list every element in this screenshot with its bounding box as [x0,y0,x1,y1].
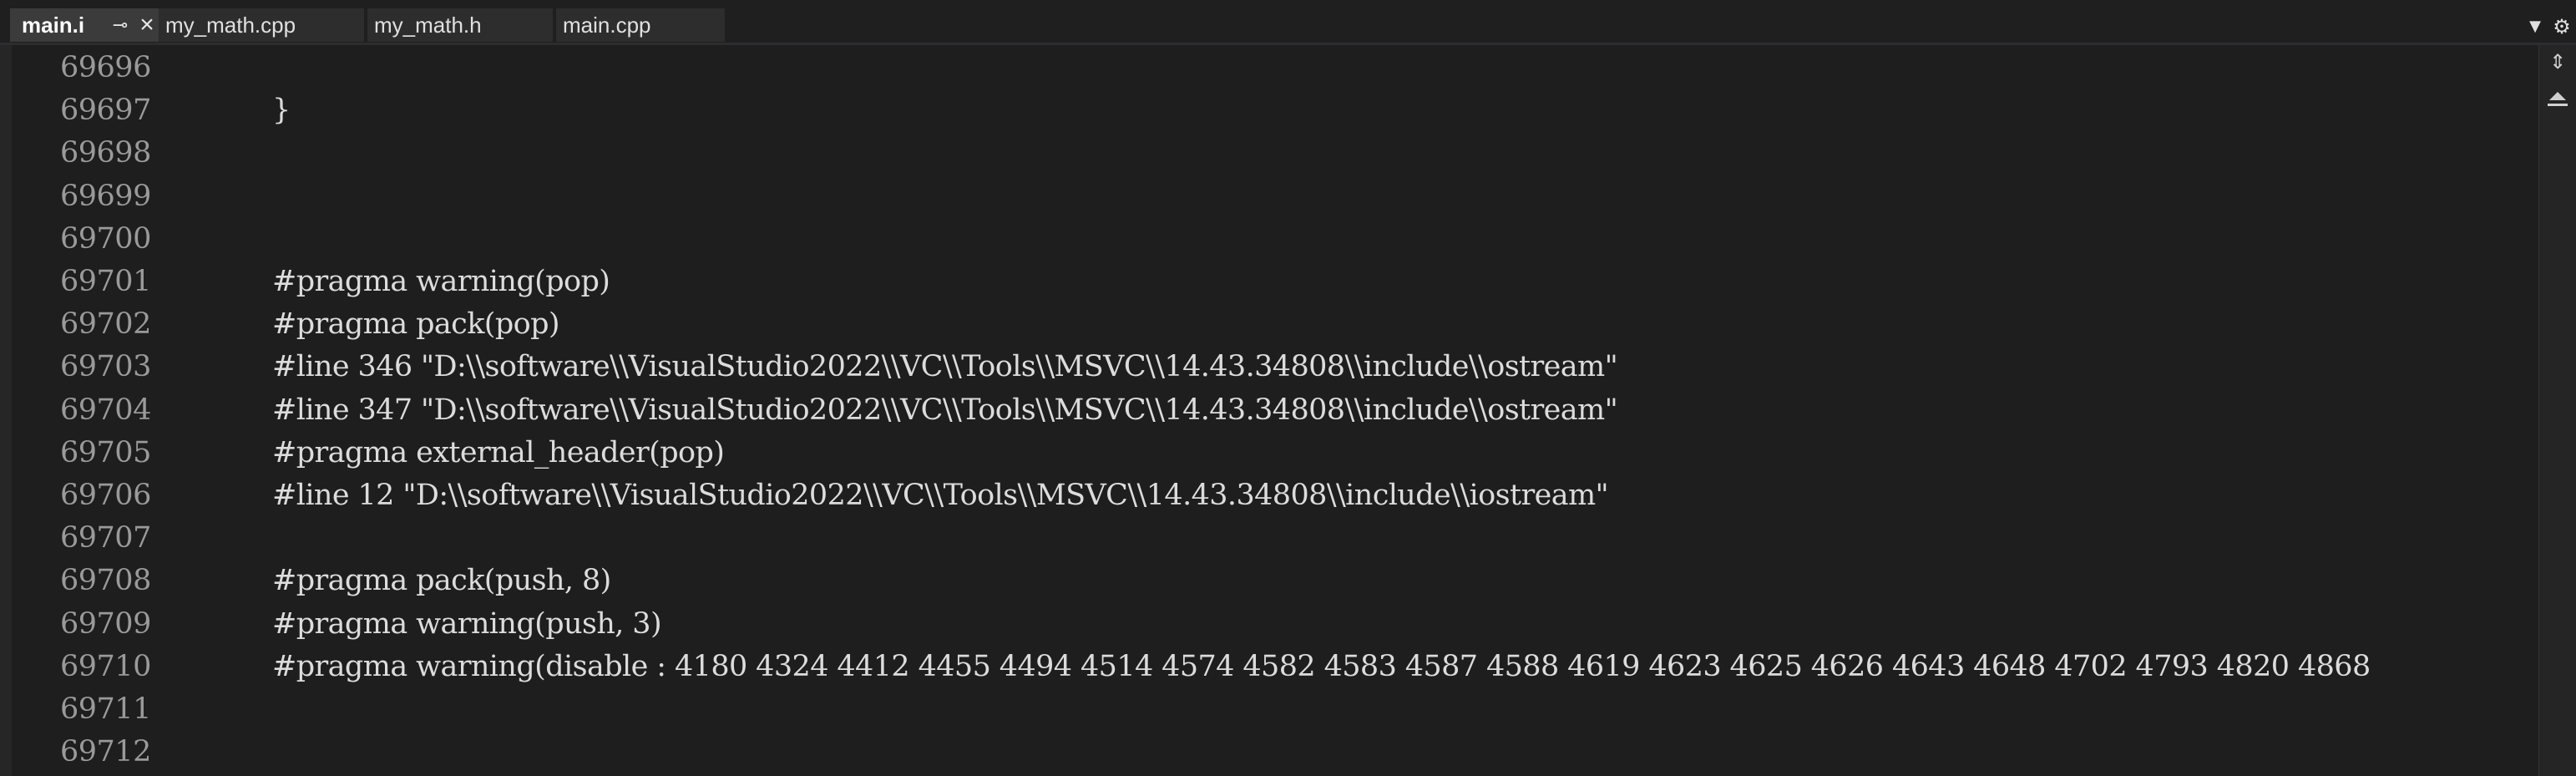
code-line[interactable]: 69697} [0,89,2538,132]
code-line[interactable]: 69710 #pragma warning(disable : 4180 4324… [0,646,2538,688]
code-line[interactable]: 69704 #line 347 "D:\\software\\VisualStud… [0,389,2538,432]
line-number: 69698 [60,136,151,170]
code-text: #line 346 "D:\\software\\VisualStudio202… [272,350,1618,384]
code-text: #pragma warning(disable : 4180 4324 4412… [272,649,2371,683]
tab-strip: main.i ⊸ × my_math.cpp my_math.h main.cp… [0,0,2576,45]
tab-main-i[interactable]: main.i ⊸ × [10,8,160,42]
tab-label: main.i [22,13,85,38]
code-text: #pragma warning(pop) [272,265,610,298]
line-number: 69705 [60,435,151,469]
vertical-scrollbar[interactable]: ⇕ [2538,45,2576,776]
code-line[interactable]: 69712 [0,731,2538,773]
tab-label: my_math.cpp [165,13,296,38]
line-number: 69706 [60,479,151,512]
code-text: } [272,94,291,128]
line-number: 69697 [60,94,151,128]
line-number: 69700 [60,221,151,256]
tab-label: my_math.h [374,13,482,38]
code-line[interactable]: 69700 [0,218,2538,261]
code-text: #pragma external_header(pop) [272,435,725,469]
code-line[interactable]: 69701 #pragma warning(pop) [0,261,2538,303]
line-number: 69699 [60,179,151,213]
scroll-up-icon[interactable] [2544,85,2571,109]
line-number: 69707 [60,521,151,555]
line-number: 69701 [60,265,151,298]
line-number: 69704 [60,393,151,427]
line-number: 69709 [60,606,151,641]
line-number: 69712 [60,735,151,769]
code-text: #pragma warning(push, 3) [272,606,662,641]
line-number: 69710 [60,649,151,683]
code-line[interactable]: 69705 #pragma external_header(pop) [0,432,2538,474]
tab-my-math-h[interactable]: my_math.h [367,8,553,42]
line-number: 69711 [60,692,151,726]
code-text: #line 347 "D:\\software\\VisualStudio202… [272,393,1618,427]
code-editor[interactable]: 69696 69697} 69698 69699 69700 69701 #pragma w… [0,45,2538,776]
code-line[interactable]: 69698 [0,132,2538,175]
code-line[interactable]: 69707 [0,517,2538,560]
line-number: 69702 [60,307,151,342]
close-icon[interactable]: × [135,8,159,42]
tab-main-cpp[interactable]: main.cpp [556,8,725,42]
line-number: 69696 [60,51,151,84]
code-line[interactable]: 69696 [0,47,2538,89]
tab-label: main.cpp [563,13,651,38]
code-text: #line 12 "D:\\software\\VisualStudio2022… [272,479,1609,512]
code-text: #pragma pack(push, 8) [272,564,611,598]
gear-icon[interactable]: ⚙ [2550,10,2573,43]
code-line[interactable]: 69711 [0,688,2538,731]
line-number: 69703 [60,350,151,384]
code-line[interactable]: 69706 #line 12 "D:\\software\\VisualStudi… [0,474,2538,517]
code-line[interactable]: 69699 [0,175,2538,218]
code-line[interactable]: 69709 #pragma warning(push, 3) [0,603,2538,646]
code-line[interactable]: 69708 #pragma pack(push, 8) [0,560,2538,602]
pin-icon[interactable]: ⊸ [109,8,132,42]
split-editor-icon[interactable]: ⇕ [2546,48,2569,75]
tab-my-math-cpp[interactable]: my_math.cpp [159,8,364,42]
code-text: #pragma pack(pop) [272,307,560,342]
code-line[interactable]: 69703 #line 346 "D:\\software\\VisualStud… [0,346,2538,388]
code-line[interactable]: 69702 #pragma pack(pop) [0,303,2538,346]
line-number: 69708 [60,564,151,598]
chevron-down-icon[interactable]: ▼ [2523,10,2547,43]
